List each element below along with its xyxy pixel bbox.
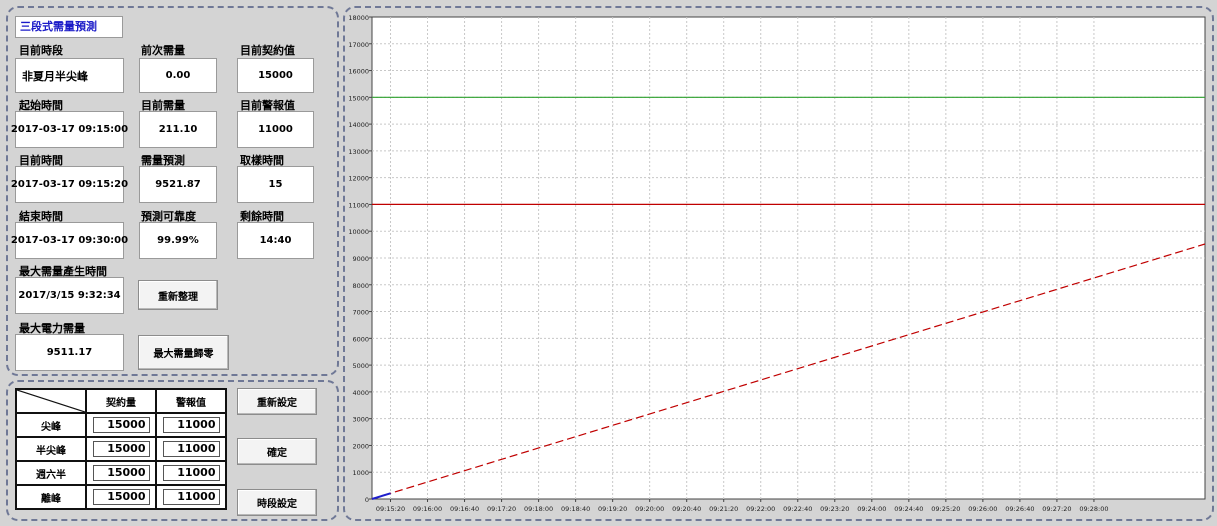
forecast-value: 9521.87: [139, 166, 217, 203]
y-tick-label: 11000: [348, 201, 369, 209]
y-tick-label: 5000: [352, 362, 369, 370]
alarm-value: 11000: [237, 111, 314, 148]
header-contract: 契約量: [85, 388, 157, 414]
period-settings-button[interactable]: 時段設定: [237, 489, 317, 516]
x-tick-label: 09:21:20: [709, 505, 738, 513]
corner-cell: [15, 388, 87, 414]
contract-input[interactable]: 15000: [92, 465, 150, 481]
panel-title: 三段式需量預測: [15, 16, 123, 38]
alarm-input[interactable]: 11000: [162, 489, 220, 505]
rate-table: 契約量 警報值 尖峰 15000 11000 半尖峰 15000 11000 週…: [15, 388, 227, 510]
max-demand-time-value: 2017/3/15 9:32:34: [15, 277, 124, 314]
table-row: 離峰 15000 11000: [15, 484, 227, 510]
y-tick-label: 12000: [348, 175, 369, 183]
contract-input[interactable]: 15000: [92, 489, 150, 505]
x-tick-label: 09:23:20: [820, 505, 849, 513]
y-tick-label: 14000: [348, 121, 369, 129]
x-tick-label: 09:17:20: [487, 505, 516, 513]
y-tick-label: 17000: [348, 41, 369, 49]
x-tick-label: 09:22:00: [746, 505, 775, 513]
contract-value: 15000: [237, 58, 314, 93]
row-name: 離峰: [15, 484, 87, 510]
remain-value: 14:40: [237, 222, 314, 259]
x-tick-label: 09:20:40: [672, 505, 701, 513]
y-tick-label: 15000: [348, 94, 369, 102]
x-tick-label: 09:28:00: [1079, 505, 1108, 513]
alarm-input[interactable]: 11000: [162, 441, 220, 457]
x-tick-label: 09:24:40: [894, 505, 923, 513]
x-tick-label: 09:18:40: [561, 505, 590, 513]
x-tick-label: 09:15:20: [376, 505, 405, 513]
header-alarm: 警報值: [155, 388, 227, 414]
y-tick-label: 2000: [352, 442, 369, 450]
x-tick-label: 09:26:00: [968, 505, 997, 513]
y-tick-label: 6000: [352, 335, 369, 343]
x-tick-label: 09:24:00: [857, 505, 886, 513]
x-tick-label: 09:16:00: [413, 505, 442, 513]
y-tick-label: 18000: [348, 14, 369, 22]
cur-demand-value: 211.10: [139, 111, 217, 148]
table-row: 週六半 15000 11000: [15, 460, 227, 486]
row-name: 週六半: [15, 460, 87, 486]
diagonal-line: [17, 390, 85, 412]
period-label: 目前時段: [19, 44, 63, 57]
refresh-button[interactable]: 重新整理: [138, 280, 218, 310]
y-tick-label: 16000: [348, 68, 369, 76]
x-tick-label: 09:27:20: [1042, 505, 1071, 513]
x-tick-label: 09:16:40: [450, 505, 479, 513]
end-time-value: 2017-03-17 09:30:00: [11, 222, 128, 259]
row-name: 半尖峰: [15, 436, 87, 462]
x-tick-label: 09:19:20: [598, 505, 627, 513]
y-tick-label: 7000: [352, 309, 369, 317]
y-tick-label: 13000: [348, 148, 369, 156]
start-time-value: 2017-03-17 09:15:00: [11, 111, 128, 148]
y-tick-label: 1000: [352, 469, 369, 477]
prev-demand-value: 0.00: [139, 58, 217, 93]
x-tick-label: 09:25:20: [931, 505, 960, 513]
reset-max-button[interactable]: 最大需量歸零: [138, 335, 229, 370]
contract-input[interactable]: 15000: [92, 441, 150, 457]
confirm-button[interactable]: 確定: [237, 438, 317, 465]
max-power-value: 9511.17: [15, 334, 124, 371]
rate-table-header: 契約量 警報值: [15, 388, 227, 414]
reset-settings-button[interactable]: 重新設定: [237, 388, 317, 415]
contract-input[interactable]: 15000: [92, 417, 150, 433]
y-tick-label: 9000: [352, 255, 369, 263]
demand-chart: 0 1000 2000 3000 4000 5000 6000 7000 8000 9000 100…: [348, 14, 1206, 513]
cur-time-value: 2017-03-17 09:15:20: [11, 166, 128, 203]
sample-value: 15: [237, 166, 314, 203]
reliability-value: 99.99%: [139, 222, 217, 259]
x-tick-label: 09:26:40: [1005, 505, 1034, 513]
table-row: 半尖峰 15000 11000: [15, 436, 227, 462]
contract-label: 目前契約值: [240, 44, 295, 57]
prev-demand-label: 前次需量: [141, 44, 185, 57]
table-row: 尖峰 15000 11000: [15, 412, 227, 438]
period-value: 非夏月半尖峰: [15, 58, 124, 93]
y-tick-label: 8000: [352, 282, 369, 290]
row-name: 尖峰: [15, 412, 87, 438]
y-tick-label: 10000: [348, 228, 369, 236]
x-tick-label: 09:20:00: [635, 505, 664, 513]
x-tick-label: 09:22:40: [783, 505, 812, 513]
y-tick-label: 0: [365, 496, 369, 504]
alarm-input[interactable]: 11000: [162, 465, 220, 481]
x-tick-label: 09:18:00: [524, 505, 553, 513]
alarm-input[interactable]: 11000: [162, 417, 220, 433]
y-tick-label: 3000: [352, 416, 369, 424]
y-tick-label: 4000: [352, 389, 369, 397]
